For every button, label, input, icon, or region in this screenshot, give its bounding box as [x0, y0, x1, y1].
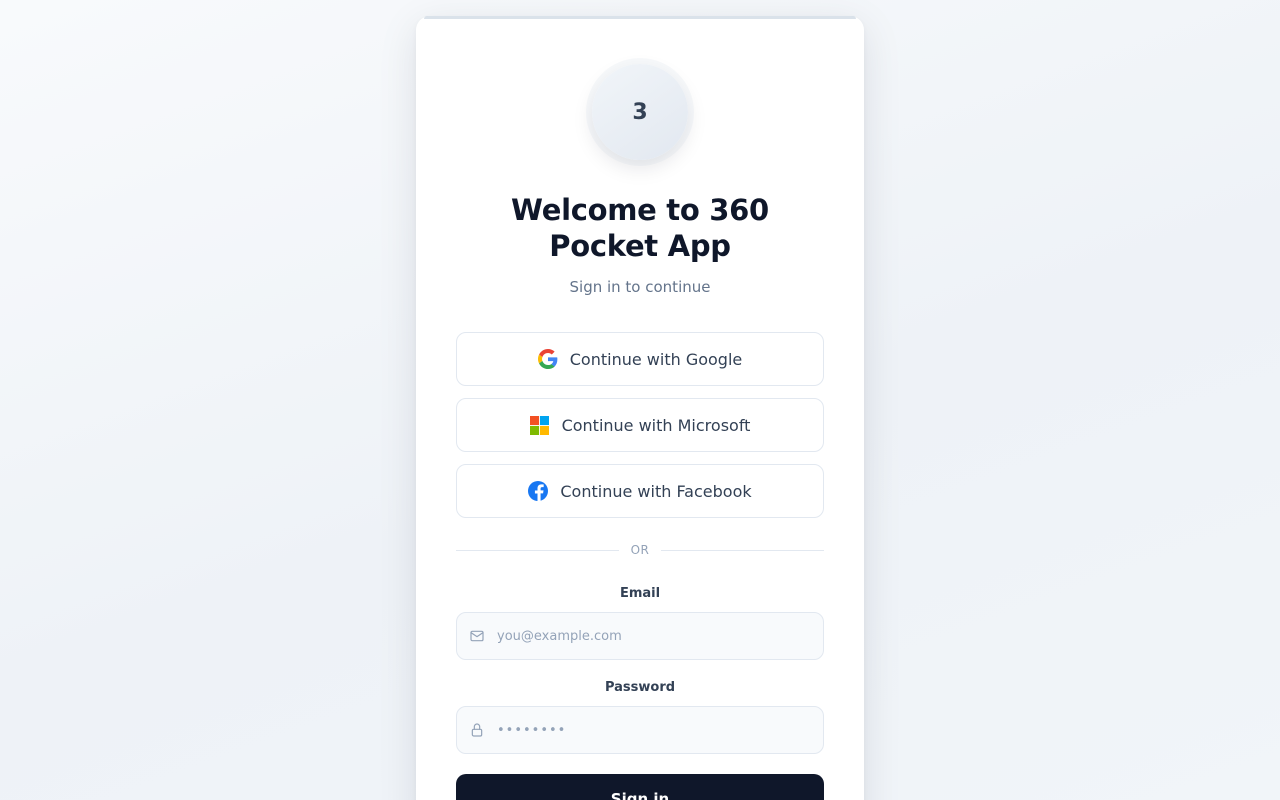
facebook-signin-button[interactable]: Continue with Facebook	[456, 464, 824, 518]
divider-line-left	[456, 549, 619, 551]
facebook-button-label: Continue with Facebook	[560, 481, 752, 501]
page-title: Welcome to 360 Pocket App	[511, 193, 769, 263]
divider-line-right	[661, 549, 825, 551]
app-logo: 3	[592, 64, 688, 160]
facebook-logo-icon	[528, 481, 549, 501]
app-logo-text: 3	[632, 99, 648, 125]
password-input[interactable]	[497, 722, 823, 738]
divider-text: OR	[630, 543, 650, 557]
microsoft-signin-button[interactable]: Continue with Microsoft	[456, 398, 824, 452]
password-field-wrapper	[456, 706, 824, 754]
google-logo-icon	[537, 349, 558, 369]
login-card: 3 Welcome to 360 Pocket App Sign in to c…	[416, 16, 864, 800]
google-signin-button[interactable]: Continue with Google	[456, 332, 824, 386]
sign-in-button[interactable]: Sign in	[456, 774, 824, 800]
lock-icon	[469, 722, 485, 738]
email-label: Email	[619, 586, 661, 601]
password-label: Password	[604, 680, 676, 695]
microsoft-button-label: Continue with Microsoft	[561, 415, 751, 435]
sign-in-button-label: Sign in	[610, 790, 670, 800]
email-input[interactable]	[497, 628, 823, 644]
google-button-label: Continue with Google	[569, 349, 743, 369]
email-field-wrapper	[456, 612, 824, 660]
microsoft-logo-icon	[530, 415, 550, 435]
or-divider: OR	[456, 542, 825, 558]
mail-icon	[469, 628, 485, 644]
page-subtitle: Sign in to continue	[569, 278, 711, 296]
